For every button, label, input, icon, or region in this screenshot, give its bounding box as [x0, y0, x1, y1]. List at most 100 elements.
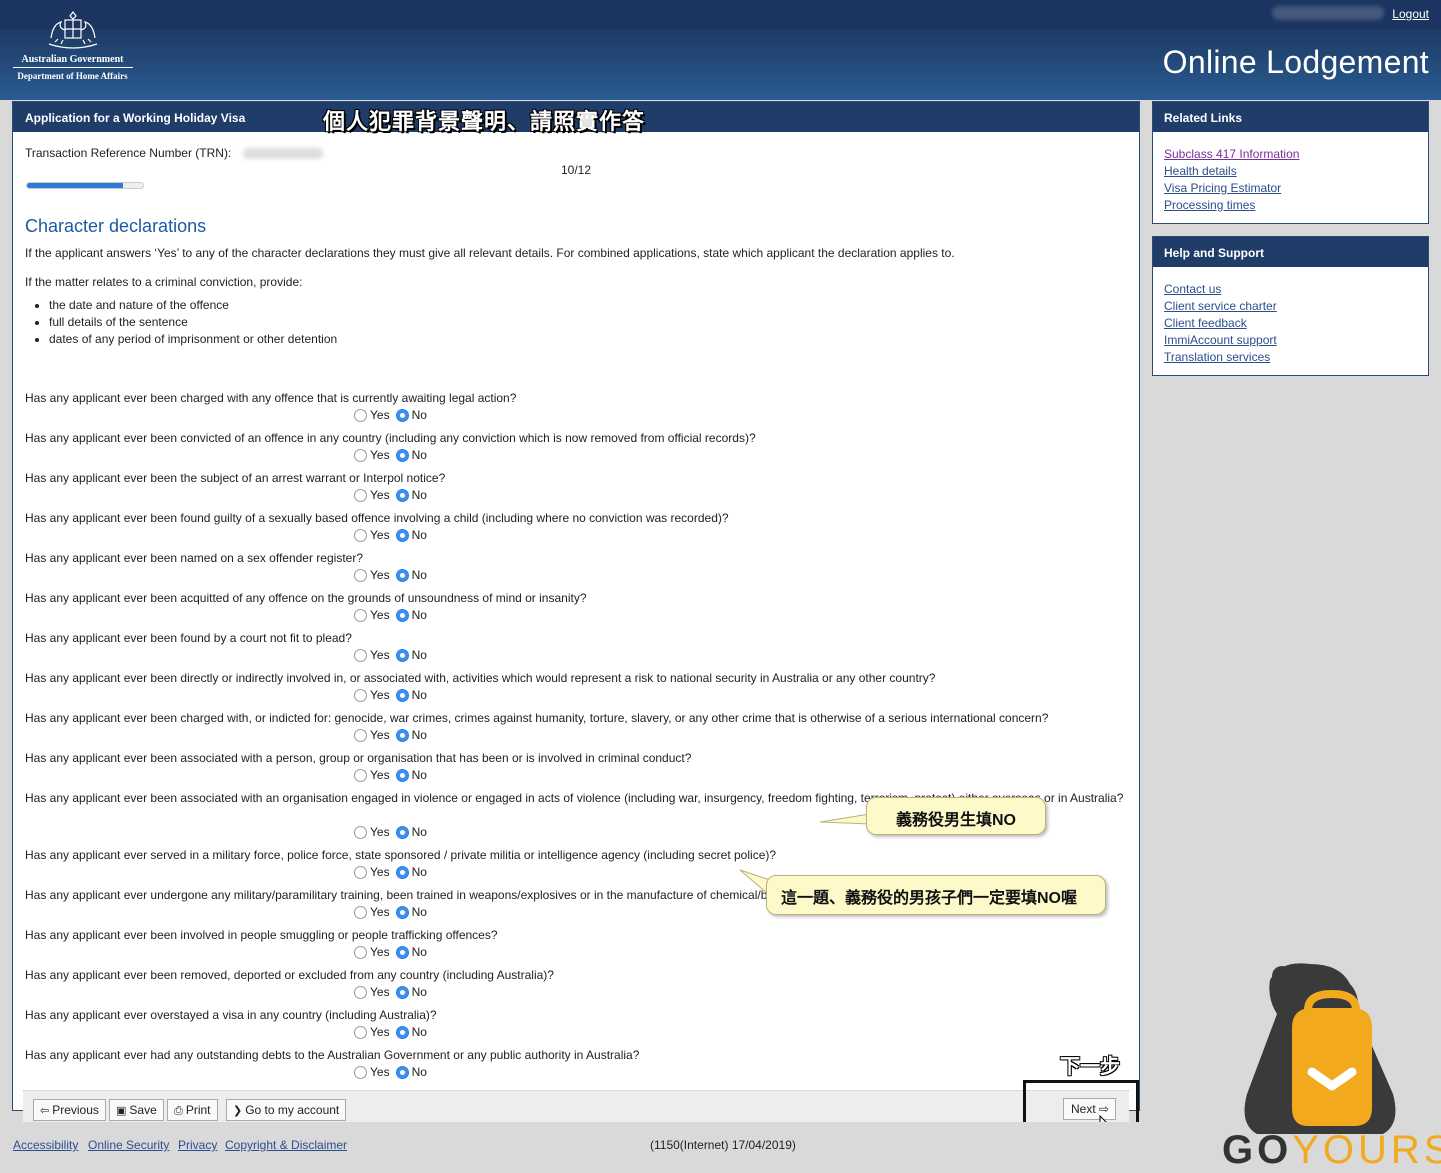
no-label: No [411, 985, 427, 999]
yes-no-radio-group: Yes No [354, 864, 433, 880]
yes-radio[interactable] [354, 688, 367, 702]
yes-radio[interactable] [354, 865, 367, 879]
no-radio[interactable] [395, 865, 409, 879]
no-label: No [411, 1065, 427, 1079]
no-radio[interactable] [395, 488, 409, 502]
intro-text: If the applicant answers ‘Yes’ to any of… [25, 246, 955, 260]
yes-no-radio-group: Yes No [354, 607, 433, 623]
no-radio[interactable] [395, 728, 409, 742]
question-text: Has any applicant ever been involved in … [25, 928, 498, 942]
yes-radio[interactable] [354, 608, 367, 622]
footer-link-copyright[interactable]: Copyright & Disclaimer [225, 1138, 347, 1152]
question-text: Has any applicant ever been associated w… [25, 751, 692, 765]
no-radio[interactable] [395, 905, 409, 919]
link-health-details[interactable]: Health details [1164, 163, 1417, 180]
next-step-caption: 下一步 [1060, 1056, 1120, 1078]
yes-radio[interactable] [354, 1025, 367, 1039]
panel-title: Application for a Working Holiday Visa [25, 111, 246, 125]
yes-no-radio-group: Yes No [354, 944, 433, 960]
main-panel: Application for a Working Holiday Visa 個… [12, 101, 1140, 1140]
site-title: Online Lodgement [1162, 44, 1429, 80]
yes-label: Yes [370, 945, 390, 959]
no-label: No [411, 608, 427, 622]
section-title: Character declarations [25, 216, 207, 236]
no-label: No [411, 688, 427, 702]
link-client-feedback[interactable]: Client feedback [1164, 315, 1417, 332]
no-radio[interactable] [395, 608, 409, 622]
yes-radio[interactable] [354, 945, 367, 959]
link-contact-us[interactable]: Contact us [1164, 281, 1417, 298]
question-text: Has any applicant ever been directly or … [25, 671, 936, 685]
previous-button[interactable]: ⇦ Previous [33, 1099, 106, 1121]
go-to-account-button[interactable]: ❯ Go to my account [226, 1099, 347, 1121]
trn-label: Transaction Reference Number (TRN): [25, 146, 232, 160]
no-radio[interactable] [395, 1065, 409, 1079]
progress-fill [27, 183, 124, 188]
no-radio[interactable] [395, 688, 409, 702]
link-processing-times[interactable]: Processing times [1164, 197, 1417, 214]
yes-radio[interactable] [354, 568, 367, 582]
logo-line-2: Department of Home Affairs [17, 71, 128, 81]
yes-no-radio-group: Yes No [354, 727, 433, 743]
yes-no-radio-group: Yes No [354, 447, 433, 463]
no-radio[interactable] [395, 648, 409, 662]
yes-no-radio-group: Yes No [354, 904, 433, 920]
yes-radio[interactable] [354, 905, 367, 919]
yes-radio[interactable] [354, 825, 367, 839]
question-text: Has any applicant ever been charged with… [25, 711, 1049, 725]
related-links-title: Related Links [1153, 102, 1428, 132]
question-text: Has any applicant ever served in a milit… [25, 848, 777, 862]
no-radio[interactable] [395, 945, 409, 959]
no-radio[interactable] [395, 448, 409, 462]
no-label: No [411, 488, 427, 502]
no-label: No [411, 528, 427, 542]
no-radio[interactable] [395, 408, 409, 422]
panel-header: Application for a Working Holiday Visa 個… [13, 102, 1139, 134]
no-radio[interactable] [395, 1025, 409, 1039]
footer-link-online-security[interactable]: Online Security [88, 1138, 169, 1152]
yes-radio[interactable] [354, 528, 367, 542]
yes-no-radio-group: Yes No [354, 647, 433, 663]
logout-link[interactable]: Logout [1392, 7, 1429, 21]
no-label: No [411, 568, 427, 582]
no-radio[interactable] [395, 768, 409, 782]
no-radio[interactable] [395, 568, 409, 582]
question-text: Has any applicant ever been the subject … [25, 471, 446, 485]
no-radio[interactable] [395, 528, 409, 542]
no-radio[interactable] [395, 985, 409, 999]
link-client-service-charter[interactable]: Client service charter [1164, 298, 1417, 315]
link-immiaccount-support[interactable]: ImmiAccount support [1164, 332, 1417, 349]
question-text: Has any applicant ever been found by a c… [25, 631, 352, 645]
related-links-box: Related Links Subclass 417 Information H… [1152, 101, 1429, 224]
no-label: No [411, 865, 427, 879]
no-label: No [411, 945, 427, 959]
yes-radio[interactable] [354, 408, 367, 422]
link-subclass-417[interactable]: Subclass 417 Information [1164, 146, 1417, 163]
list-item: dates of any period of imprisonment or o… [49, 331, 337, 348]
yes-radio[interactable] [354, 768, 367, 782]
yes-radio[interactable] [354, 648, 367, 662]
government-logo[interactable]: Australian Government Department of Home… [10, 8, 135, 90]
footer-link-privacy[interactable]: Privacy [178, 1138, 217, 1152]
yes-label: Yes [370, 688, 390, 702]
yes-label: Yes [370, 448, 390, 462]
no-radio[interactable] [395, 825, 409, 839]
yes-no-radio-group: Yes No [354, 527, 433, 543]
coat-of-arms-icon [48, 11, 97, 49]
criminal-details-list: the date and nature of the offence full … [25, 297, 337, 348]
header-top-strip [0, 0, 1441, 29]
yes-radio[interactable] [354, 1065, 367, 1079]
footer-link-accessibility[interactable]: Accessibility [13, 1138, 78, 1152]
yes-radio[interactable] [354, 448, 367, 462]
yes-radio[interactable] [354, 728, 367, 742]
yes-label: Yes [370, 865, 390, 879]
print-button[interactable]: ⎙ Print [167, 1099, 218, 1121]
link-visa-pricing[interactable]: Visa Pricing Estimator [1164, 180, 1417, 197]
yes-radio[interactable] [354, 985, 367, 999]
yes-radio[interactable] [354, 488, 367, 502]
save-button[interactable]: ▣ Save [109, 1099, 164, 1121]
link-translation-services[interactable]: Translation services [1164, 349, 1417, 366]
no-label: No [411, 1025, 427, 1039]
yes-no-radio-group: Yes No [354, 687, 433, 703]
site-header: Australian Government Department of Home… [0, 0, 1441, 100]
